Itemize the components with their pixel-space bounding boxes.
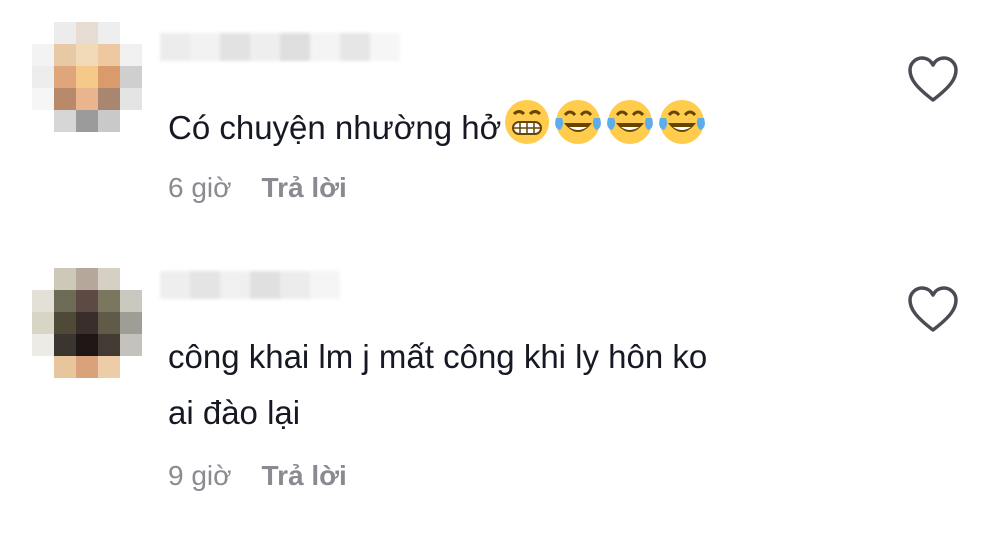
- comment-text: Có chuyện nhường hở: [168, 98, 707, 163]
- comment-text-body: Có chuyện nhường hở: [168, 109, 502, 147]
- comment-item: Có chuyện nhường hở 6 giờ Trả lời: [0, 0, 1000, 250]
- comment-text: công khai lm j mất công khi ly hôn ko ai…: [168, 329, 707, 441]
- like-heart-icon[interactable]: [906, 285, 960, 335]
- username-redacted[interactable]: [160, 33, 400, 61]
- comment-text-line-1: công khai lm j mất công khi ly hôn ko: [168, 338, 708, 375]
- tears-of-joy-icon: [605, 98, 655, 163]
- comment-text-line-2: ai đào lại: [168, 394, 301, 431]
- comment-item: công khai lm j mất công khi ly hôn ko ai…: [0, 250, 1000, 539]
- reply-button[interactable]: Trả lời: [262, 172, 347, 204]
- tears-of-joy-icon: [553, 98, 603, 163]
- tears-of-joy-icon: [657, 98, 707, 163]
- comment-meta: 9 giờ Trả lời: [168, 460, 347, 492]
- grinning-face-icon: [503, 98, 551, 163]
- comment-timestamp: 6 giờ: [168, 172, 232, 203]
- avatar[interactable]: [32, 22, 142, 132]
- reply-button[interactable]: Trả lời: [262, 460, 347, 492]
- comment-meta: 6 giờ Trả lời: [168, 172, 347, 204]
- comment-timestamp: 9 giờ: [168, 460, 232, 491]
- like-heart-icon[interactable]: [906, 55, 960, 105]
- avatar[interactable]: [32, 268, 142, 378]
- username-redacted[interactable]: [160, 271, 340, 299]
